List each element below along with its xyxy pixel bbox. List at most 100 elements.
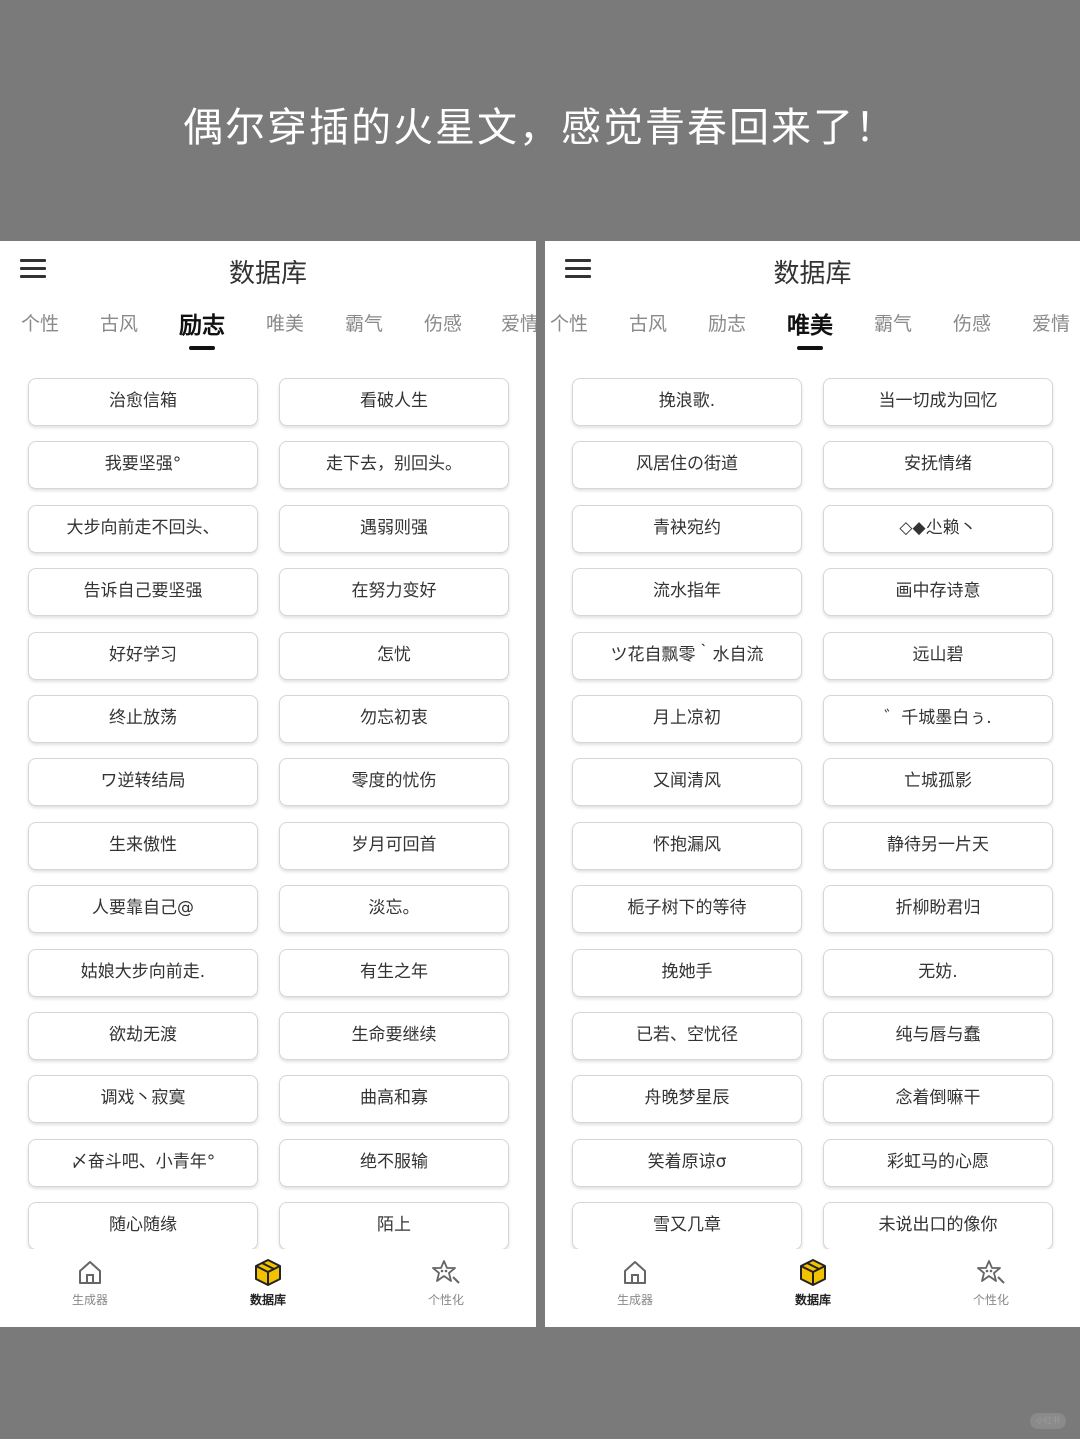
- phrase-item[interactable]: 走下去，别回头。: [279, 441, 509, 490]
- nav-label: 数据库: [794, 1293, 831, 1307]
- nav-label: 生成器: [616, 1293, 653, 1307]
- phrase-item[interactable]: 勿忘初衷: [279, 695, 509, 743]
- phrase-item[interactable]: ゛千城墨白ぅ.: [823, 695, 1053, 743]
- app-header: 数据库: [545, 241, 1080, 301]
- page-title: 数据库: [773, 259, 852, 289]
- watermark-logo: 小红书: [1030, 1413, 1066, 1429]
- tab-2[interactable]: 励志: [179, 306, 225, 340]
- category-tabs: 个性 古风 励志 唯美 霸气 伤感 爱情: [0, 309, 536, 353]
- phrase-item[interactable]: 彩虹马的心愿: [823, 1138, 1053, 1187]
- phrase-item[interactable]: 好好学习: [28, 631, 258, 680]
- phrase-item[interactable]: 遇弱则强: [279, 504, 509, 553]
- phrase-item[interactable]: 随心随缘: [28, 1202, 258, 1249]
- nav-item-0[interactable]: 生成器: [30, 1257, 150, 1308]
- phrase-item[interactable]: 未说出口的像你: [823, 1202, 1053, 1249]
- phrase-item[interactable]: 终止放荡: [28, 695, 258, 743]
- bottom-nav: 生成器 数据库 个性化: [0, 1249, 536, 1327]
- nav-label: 个性化: [972, 1293, 1009, 1307]
- phrase-item[interactable]: 怎忧: [279, 631, 509, 680]
- phrase-item[interactable]: 怀抱漏风: [572, 821, 802, 870]
- database-cube-icon: [253, 1257, 283, 1287]
- nav-item-2[interactable]: 个性化: [931, 1257, 1051, 1308]
- nav-item-2[interactable]: 个性化: [386, 1257, 506, 1308]
- phrase-item[interactable]: ◇◆尐赖丶: [823, 504, 1053, 553]
- database-cube-icon: [798, 1257, 828, 1287]
- phrase-item[interactable]: ツ花自飘零｀水自流: [572, 631, 802, 680]
- tab-1[interactable]: 古风: [100, 309, 138, 336]
- phrase-item[interactable]: 折柳盼君归: [823, 885, 1053, 934]
- category-tabs: 个性 古风 励志 唯美 霸气 伤感 爱情: [545, 309, 1080, 353]
- phrase-item[interactable]: 治愈信箱: [28, 378, 258, 426]
- phrase-item[interactable]: 告诉自己要坚强: [28, 568, 258, 617]
- home-icon: [75, 1257, 105, 1287]
- phrase-item[interactable]: 有生之年: [279, 948, 509, 997]
- phrase-item[interactable]: 雪又几章: [572, 1202, 802, 1249]
- phrase-item[interactable]: 生命要继续: [279, 1012, 509, 1060]
- phrase-item[interactable]: 当一切成为回忆: [823, 378, 1053, 426]
- tab-5[interactable]: 伤感: [424, 309, 462, 336]
- phrase-item[interactable]: 曲高和寡: [279, 1075, 509, 1124]
- phrase-item[interactable]: 〆奋斗吧、小青年°: [28, 1138, 258, 1187]
- nav-label: 个性化: [427, 1293, 464, 1307]
- tab-3[interactable]: 唯美: [787, 306, 833, 340]
- phrase-item[interactable]: 安抚情绪: [823, 441, 1053, 490]
- app-header: 数据库: [0, 241, 536, 301]
- phrase-item[interactable]: 笑着原谅σ: [572, 1138, 802, 1187]
- phrase-item[interactable]: 挽浪歌.: [572, 378, 802, 426]
- tab-0[interactable]: 个性: [550, 309, 588, 336]
- tab-4[interactable]: 霸气: [345, 309, 383, 336]
- phrase-item[interactable]: 又闻清风: [572, 758, 802, 807]
- phrase-item[interactable]: 月上凉初: [572, 695, 802, 743]
- tab-4[interactable]: 霸气: [874, 309, 912, 336]
- phrase-item[interactable]: 调戏丶寂寞: [28, 1075, 258, 1124]
- phrase-item[interactable]: 欲劫无渡: [28, 1012, 258, 1060]
- nav-item-0[interactable]: 生成器: [575, 1257, 695, 1308]
- tab-6[interactable]: 爱情: [501, 309, 536, 336]
- phrase-grid: 挽浪歌. 当一切成为回忆 风居住の街道 安抚情绪 青袂宛约 ◇◆尐赖丶 流水指年 画中存诗意ツ…: [545, 241, 1080, 1249]
- nav-label: 数据库: [249, 1293, 286, 1307]
- phrase-item[interactable]: 已若、空忧径: [572, 1012, 802, 1060]
- tab-2[interactable]: 励志: [708, 309, 746, 336]
- phrase-item[interactable]: 挽她手: [572, 948, 802, 997]
- phrase-item[interactable]: 人要靠自己@: [28, 885, 258, 934]
- bottom-nav: 生成器 数据库 个性化: [545, 1249, 1080, 1327]
- phrase-item[interactable]: 淡忘。: [279, 885, 509, 934]
- phrase-item[interactable]: 零度的忧伤: [279, 758, 509, 807]
- phrase-item[interactable]: 舟晚梦星辰: [572, 1075, 802, 1124]
- phrase-item[interactable]: 纯与唇与蠢: [823, 1012, 1053, 1060]
- phrase-item[interactable]: 无妨.: [823, 948, 1053, 997]
- nav-item-1[interactable]: 数据库: [753, 1257, 873, 1308]
- phrase-item[interactable]: 念着倒嘛干: [823, 1075, 1053, 1124]
- phrase-item[interactable]: 生来傲性: [28, 821, 258, 870]
- phrase-item[interactable]: 远山碧: [823, 631, 1053, 680]
- phrase-item[interactable]: 看破人生: [279, 378, 509, 426]
- phrase-item[interactable]: 画中存诗意: [823, 568, 1053, 617]
- tab-6[interactable]: 爱情: [1032, 309, 1070, 336]
- tab-0[interactable]: 个性: [21, 309, 59, 336]
- nav-label: 生成器: [71, 1293, 108, 1307]
- sparkle-star-icon: [976, 1257, 1006, 1287]
- tab-1[interactable]: 古风: [629, 309, 667, 336]
- page-title: 数据库: [228, 259, 307, 289]
- phrase-item[interactable]: ワ逆转结局: [28, 758, 258, 807]
- nav-item-1[interactable]: 数据库: [208, 1257, 328, 1308]
- phrase-item[interactable]: 我要坚强°: [28, 441, 258, 490]
- phrase-item[interactable]: 风居住の街道: [572, 441, 802, 490]
- phrase-item[interactable]: 亡城孤影: [823, 758, 1053, 807]
- phrase-item[interactable]: 姑娘大步向前走.: [28, 948, 258, 997]
- phrase-item[interactable]: 大步向前走不回头、: [28, 504, 258, 553]
- phrase-item[interactable]: 陌上: [279, 1202, 509, 1249]
- home-icon: [620, 1257, 650, 1287]
- phrase-item[interactable]: 青袂宛约: [572, 504, 802, 553]
- phrase-item[interactable]: 流水指年: [572, 568, 802, 617]
- phrase-item[interactable]: 静待另一片天: [823, 821, 1053, 870]
- tab-5[interactable]: 伤感: [953, 309, 991, 336]
- phrase-item[interactable]: 岁月可回首: [279, 821, 509, 870]
- phrase-item[interactable]: 绝不服输: [279, 1138, 509, 1187]
- phrase-item[interactable]: 在努力变好: [279, 568, 509, 617]
- tab-3[interactable]: 唯美: [266, 309, 304, 336]
- right-screen: 挽浪歌. 当一切成为回忆 风居住の街道 安抚情绪 青袂宛约 ◇◆尐赖丶 流水指年 画中存诗意ツ…: [545, 241, 1080, 1327]
- phrase-grid: 治愈信箱 看破人生 我要坚强° 走下去，别回头。 大步向前走不回头、 遇弱则强 告诉自己要坚…: [0, 241, 536, 1249]
- left-screen: 治愈信箱 看破人生 我要坚强° 走下去，别回头。 大步向前走不回头、 遇弱则强 告诉自己要坚…: [0, 241, 536, 1327]
- phrase-item[interactable]: 栀子树下的等待: [572, 885, 802, 934]
